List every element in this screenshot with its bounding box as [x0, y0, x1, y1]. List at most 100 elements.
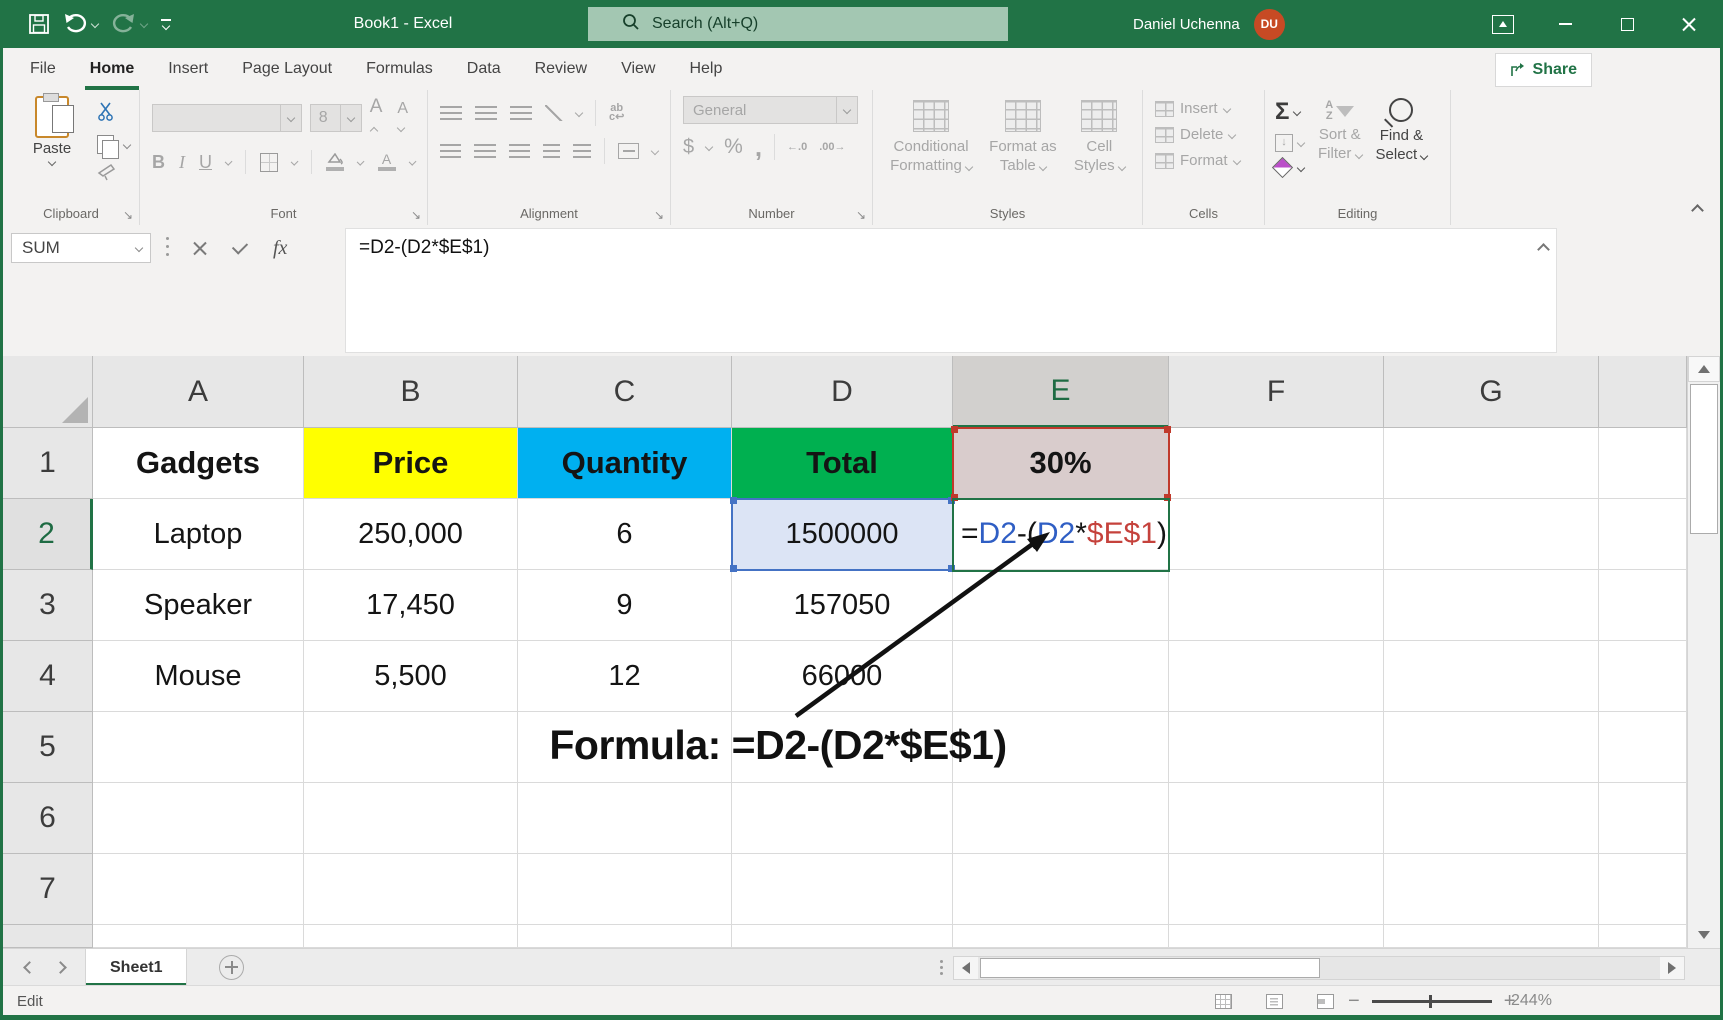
cell-H3[interactable]	[1599, 570, 1687, 641]
row-header-2[interactable]: 2	[3, 499, 93, 570]
clear-icon[interactable]	[1272, 157, 1293, 178]
cell-H2[interactable]	[1599, 499, 1687, 570]
cell-D4[interactable]: 66000	[732, 641, 953, 712]
cell-B6[interactable]	[304, 783, 518, 854]
cell-G7[interactable]	[1384, 854, 1599, 925]
scroll-left-icon[interactable]	[954, 957, 978, 979]
row-header-6[interactable]: 6	[3, 783, 93, 854]
row-header-8-partial[interactable]	[3, 925, 93, 948]
cell-D8[interactable]	[732, 925, 953, 948]
cell-D7[interactable]	[732, 854, 953, 925]
cell-E1[interactable]: 30%	[953, 428, 1169, 499]
new-sheet-button[interactable]	[219, 955, 244, 980]
zoom-slider[interactable]	[1372, 1000, 1492, 1003]
undo-icon[interactable]	[63, 13, 98, 35]
alignment-dialog-launcher-icon[interactable]: ↘	[654, 208, 664, 222]
share-button[interactable]: Share	[1495, 53, 1592, 87]
ribbon-display-options-button[interactable]	[1472, 0, 1534, 48]
tab-home[interactable]: Home	[73, 48, 151, 90]
cell-B2[interactable]: 250,000	[304, 499, 518, 570]
tab-scroll-splitter[interactable]	[940, 966, 943, 969]
cell-D2[interactable]: 1500000	[732, 499, 953, 570]
cell-G1[interactable]	[1384, 428, 1599, 499]
cell-H6[interactable]	[1599, 783, 1687, 854]
cell-E6[interactable]	[953, 783, 1169, 854]
horizontal-scrollbar-thumb[interactable]	[980, 958, 1320, 978]
cell-H8[interactable]	[1599, 925, 1687, 948]
col-header-E[interactable]: E	[953, 356, 1169, 428]
cell-H4[interactable]	[1599, 641, 1687, 712]
cell-C8[interactable]	[518, 925, 732, 948]
font-dialog-launcher-icon[interactable]: ↘	[411, 208, 421, 222]
cell-H1[interactable]	[1599, 428, 1687, 499]
scroll-down-icon[interactable]	[1688, 922, 1720, 948]
cell-C6[interactable]	[518, 783, 732, 854]
undo-dropdown-icon[interactable]	[91, 20, 99, 28]
cell-F3[interactable]	[1169, 570, 1384, 641]
tab-review[interactable]: Review	[518, 48, 604, 90]
tab-insert[interactable]: Insert	[151, 48, 225, 90]
copy-icon[interactable]	[97, 135, 114, 154]
customize-qat-icon[interactable]	[161, 19, 171, 29]
row-header-4[interactable]: 4	[3, 641, 93, 712]
cell-B7[interactable]	[304, 854, 518, 925]
row-header-3[interactable]: 3	[3, 570, 93, 641]
cell-F4[interactable]	[1169, 641, 1384, 712]
sheet-tab-sheet1[interactable]: Sheet1	[85, 949, 187, 986]
cell-G8[interactable]	[1384, 925, 1599, 948]
save-icon[interactable]	[29, 14, 49, 34]
name-box[interactable]: SUM	[11, 233, 151, 263]
tab-data[interactable]: Data	[450, 48, 518, 90]
cell-A1[interactable]: Gadgets	[93, 428, 304, 499]
col-header-D[interactable]: D	[732, 356, 953, 428]
find-select-button[interactable]: Find & Select	[1376, 98, 1428, 175]
cell-E3[interactable]	[953, 570, 1169, 641]
vertical-scrollbar-thumb[interactable]	[1690, 384, 1718, 534]
row-header-7[interactable]: 7	[3, 854, 93, 925]
cell-C1[interactable]: Quantity	[518, 428, 732, 499]
page-break-view-icon[interactable]	[1317, 994, 1334, 1009]
tab-formulas[interactable]: Formulas	[349, 48, 450, 90]
font-name-combo[interactable]	[152, 104, 302, 132]
cell-F6[interactable]	[1169, 783, 1384, 854]
cell-B1[interactable]: Price	[304, 428, 518, 499]
col-header-F[interactable]: F	[1169, 356, 1384, 428]
cell-D6[interactable]	[732, 783, 953, 854]
cell-A4[interactable]: Mouse	[93, 641, 304, 712]
cell-C3[interactable]: 9	[518, 570, 732, 641]
prev-sheet-icon[interactable]	[23, 961, 36, 974]
cell-D3[interactable]: 157050	[732, 570, 953, 641]
cell-A6[interactable]	[93, 783, 304, 854]
tab-help[interactable]: Help	[672, 48, 739, 90]
search-bar[interactable]: Search (Alt+Q)	[588, 7, 1008, 41]
cell-H7[interactable]	[1599, 854, 1687, 925]
cell-G4[interactable]	[1384, 641, 1599, 712]
cell-E4[interactable]	[953, 641, 1169, 712]
cell-F8[interactable]	[1169, 925, 1384, 948]
cell-C2[interactable]: 6	[518, 499, 732, 570]
cell-D1[interactable]: Total	[732, 428, 953, 499]
maximize-button[interactable]	[1596, 0, 1658, 48]
format-painter-icon[interactable]	[97, 163, 117, 186]
cell-A7[interactable]	[93, 854, 304, 925]
close-button[interactable]	[1658, 0, 1720, 48]
clipboard-dialog-launcher-icon[interactable]: ↘	[123, 208, 133, 222]
zoom-slider-thumb[interactable]	[1429, 995, 1432, 1008]
cell-G2[interactable]	[1384, 499, 1599, 570]
cell-A8[interactable]	[93, 925, 304, 948]
cut-icon[interactable]	[97, 102, 117, 126]
row-header-5[interactable]: 5	[3, 712, 93, 783]
cell-B4[interactable]: 5,500	[304, 641, 518, 712]
minimize-button[interactable]	[1534, 0, 1596, 48]
cell-B3[interactable]: 17,450	[304, 570, 518, 641]
col-header-extra[interactable]	[1599, 356, 1687, 428]
cell-G3[interactable]	[1384, 570, 1599, 641]
scroll-up-icon[interactable]	[1688, 356, 1720, 382]
normal-view-icon[interactable]	[1215, 994, 1232, 1009]
col-header-B[interactable]: B	[304, 356, 518, 428]
cell-F7[interactable]	[1169, 854, 1384, 925]
tab-file[interactable]: File	[13, 48, 73, 90]
tab-view[interactable]: View	[604, 48, 672, 90]
vertical-scrollbar[interactable]	[1687, 356, 1720, 948]
col-header-A[interactable]: A	[93, 356, 304, 428]
